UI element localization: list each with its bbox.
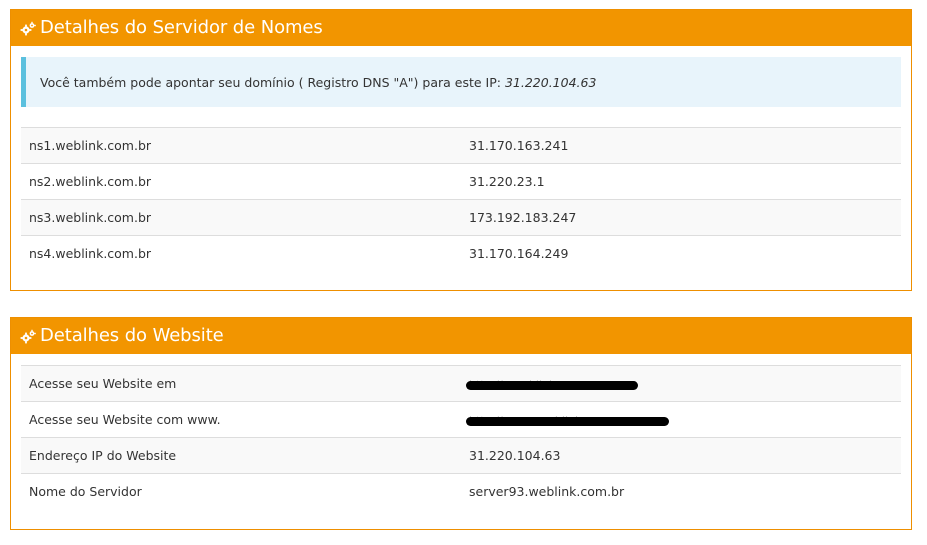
website-panel-header: Detalhes do Website bbox=[11, 318, 911, 354]
alert-text: Você também pode apontar seu domínio ( R… bbox=[40, 74, 501, 90]
website-field-label: Endereço IP do Website bbox=[21, 437, 461, 474]
website-row: Acesse seu Website com www. http://www...… bbox=[21, 401, 901, 438]
nameserver-ip: 31.170.163.241 bbox=[461, 127, 901, 164]
website-details-panel: Detalhes do Website Acesse seu Website e… bbox=[10, 317, 912, 530]
website-row: Acesse seu Website em http://...weblink..… bbox=[21, 365, 901, 402]
nameserver-hostname: ns2.weblink.com.br bbox=[21, 163, 461, 200]
website-field-label: Nome do Servidor bbox=[21, 473, 461, 510]
nameserver-hostname: ns1.weblink.com.br bbox=[21, 127, 461, 164]
gears-icon bbox=[20, 329, 36, 343]
website-field-value: 31.220.104.63 bbox=[461, 437, 901, 474]
nameserver-panel-header: Detalhes do Servidor de Nomes bbox=[11, 10, 911, 46]
website-field-value: server93.weblink.com.br bbox=[461, 473, 901, 510]
nameserver-ip: 31.170.164.249 bbox=[461, 235, 901, 272]
website-field-label: Acesse seu Website com www. bbox=[21, 401, 461, 438]
nameserver-ip: 173.192.183.247 bbox=[461, 199, 901, 236]
nameserver-row: ns4.weblink.com.br 31.170.164.249 bbox=[21, 235, 901, 272]
website-url-link[interactable]: http://...weblink... bbox=[466, 378, 638, 391]
nameserver-ip: 31.220.23.1 bbox=[461, 163, 901, 200]
redaction-bar bbox=[466, 381, 638, 390]
gears-icon bbox=[20, 21, 36, 35]
redaction-bar bbox=[466, 417, 669, 426]
nameserver-hostname: ns3.weblink.com.br bbox=[21, 199, 461, 236]
website-url-link-redacted: http://...weblink... bbox=[461, 365, 901, 402]
nameserver-panel-title: Detalhes do Servidor de Nomes bbox=[40, 17, 323, 38]
nameserver-row: ns1.weblink.com.br 31.170.163.241 bbox=[21, 127, 901, 164]
website-row: Endereço IP do Website 31.220.104.63 bbox=[21, 437, 901, 474]
dns-info-alert: Você também pode apontar seu domínio ( R… bbox=[21, 57, 901, 107]
website-row: Nome do Servidor server93.weblink.com.br bbox=[21, 473, 901, 510]
website-table: Acesse seu Website em http://...weblink..… bbox=[21, 365, 901, 510]
nameserver-row: ns2.weblink.com.br 31.220.23.1 bbox=[21, 163, 901, 200]
nameserver-hostname: ns4.weblink.com.br bbox=[21, 235, 461, 272]
nameserver-table: ns1.weblink.com.br 31.170.163.241 ns2.webl… bbox=[21, 127, 901, 272]
alert-ip: 31.220.104.63 bbox=[504, 74, 597, 90]
website-url-link-redacted: http://www...weblink... bbox=[461, 401, 901, 438]
website-field-label: Acesse seu Website em bbox=[21, 365, 461, 402]
nameserver-row: ns3.weblink.com.br 173.192.183.247 bbox=[21, 199, 901, 236]
website-url-link[interactable]: http://www...weblink... bbox=[466, 414, 669, 427]
website-panel-title: Detalhes do Website bbox=[40, 325, 224, 346]
nameserver-details-panel: Detalhes do Servidor de Nomes Você també… bbox=[10, 9, 912, 291]
